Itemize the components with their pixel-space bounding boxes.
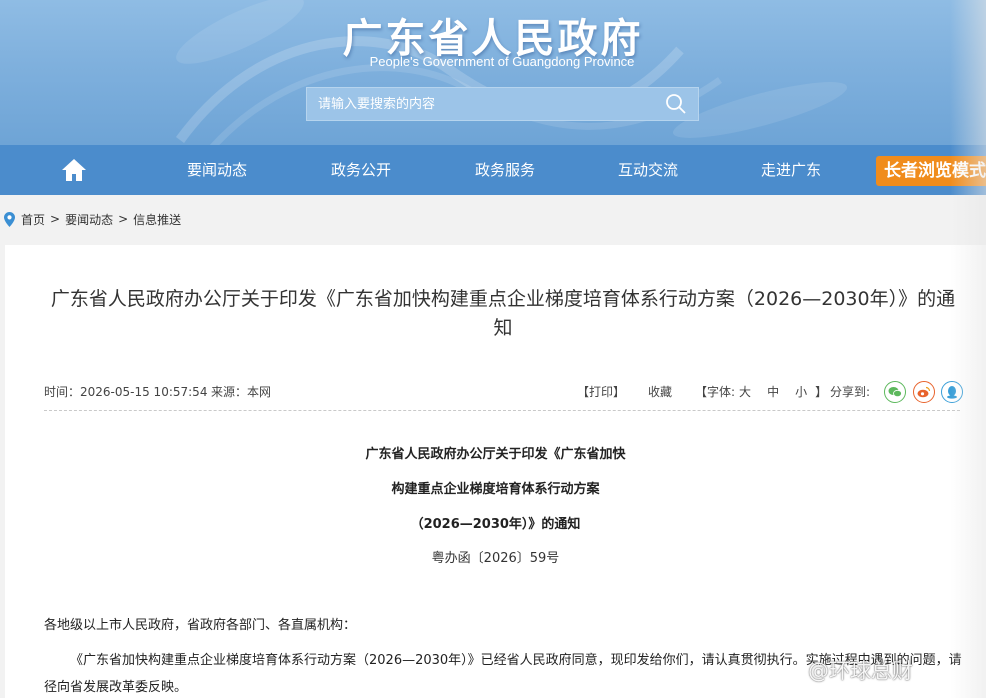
article-source: 来源：本网 (211, 385, 272, 399)
font-size-large[interactable]: 大 (739, 385, 751, 399)
article-panel: 广东省人民政府办公厅关于印发《广东省加快构建重点企业梯度培育体系行动方案 （202… (5, 245, 986, 698)
font-size-medium[interactable]: 中 (767, 385, 779, 399)
elder-mode-button[interactable]: 长者浏览模式 (876, 156, 986, 186)
font-size-end: 】 (815, 385, 828, 399)
font-size-small[interactable]: 小 (795, 385, 807, 399)
breadcrumb-current: 信息推送 (133, 212, 182, 227)
breadcrumb-home[interactable]: 首页 (21, 211, 45, 228)
favorite-button[interactable]: 收藏 (648, 383, 672, 400)
meta-divider (44, 410, 960, 411)
breadcrumb-separator: > (50, 212, 61, 226)
site-subtitle: People's Government of Guangdong Provinc… (369, 54, 635, 69)
watermark: @环球总财 (808, 655, 913, 685)
location-pin-icon (4, 211, 15, 227)
doc-heading-line-1: 广东省人民政府办公厅关于印发《广东省加快 (365, 447, 626, 462)
nav-item-about-guangdong[interactable]: 走进广东 (761, 145, 821, 195)
nav-item-interaction[interactable]: 互动交流 (618, 145, 678, 195)
nav-item-gov-services[interactable]: 政务服务 (475, 145, 535, 195)
article-title: 广东省人民政府办公厅关于印发《广东省加快构建重点企业梯度培育体系行动方案（202… (50, 288, 956, 339)
nav-item-gov-affairs-open[interactable]: 政务公开 (331, 145, 391, 195)
breadcrumb-separator: > (118, 212, 129, 226)
share-wechat-button[interactable] (884, 381, 906, 403)
search-input[interactable] (307, 88, 654, 120)
nav-home-button[interactable] (60, 157, 88, 183)
share-qq-button[interactable] (941, 381, 963, 403)
share-label: 分享到: (830, 385, 871, 399)
breadcrumb: 首页 > 要闻动态 > 信息推送 (0, 205, 181, 233)
doc-heading-line-3: （2026—2030年）》的通知 (410, 517, 581, 532)
watermark-text: @环球总财 (808, 659, 913, 683)
font-size-label: 【字体: (695, 385, 736, 399)
share-weibo-button[interactable] (913, 381, 935, 403)
publish-time: 时间：2026-05-15 10:57:54 (44, 385, 208, 399)
article-meta: 时间：2026-05-15 10:57:54 来源：本网 【打印】 收藏 【字体… (44, 381, 963, 403)
print-button[interactable]: 【打印】 (577, 383, 625, 400)
search-bar (306, 87, 699, 121)
main-nav: 要闻动态 政务公开 政务服务 互动交流 走进广东 (0, 145, 986, 195)
header-banner: 广东省人民政府 People's Government of Guangdong… (0, 0, 986, 145)
wechat-icon (888, 387, 902, 398)
qq-icon (947, 386, 957, 399)
font-size-control: 【字体: 大 中 小】 (695, 383, 827, 400)
weibo-icon (917, 386, 931, 398)
doc-number: 粤办函〔2026〕59号 (431, 551, 560, 566)
nav-item-news[interactable]: 要闻动态 (187, 145, 247, 195)
body-paragraph-recipients: 各地级以上市人民政府，省政府各部门、各直属机构： (44, 618, 357, 633)
search-icon (666, 94, 686, 114)
home-icon (62, 159, 86, 181)
search-button[interactable] (654, 88, 698, 120)
doc-heading-line-2: 构建重点企业梯度培育体系行动方案 (391, 482, 600, 497)
breadcrumb-news[interactable]: 要闻动态 (65, 211, 113, 228)
